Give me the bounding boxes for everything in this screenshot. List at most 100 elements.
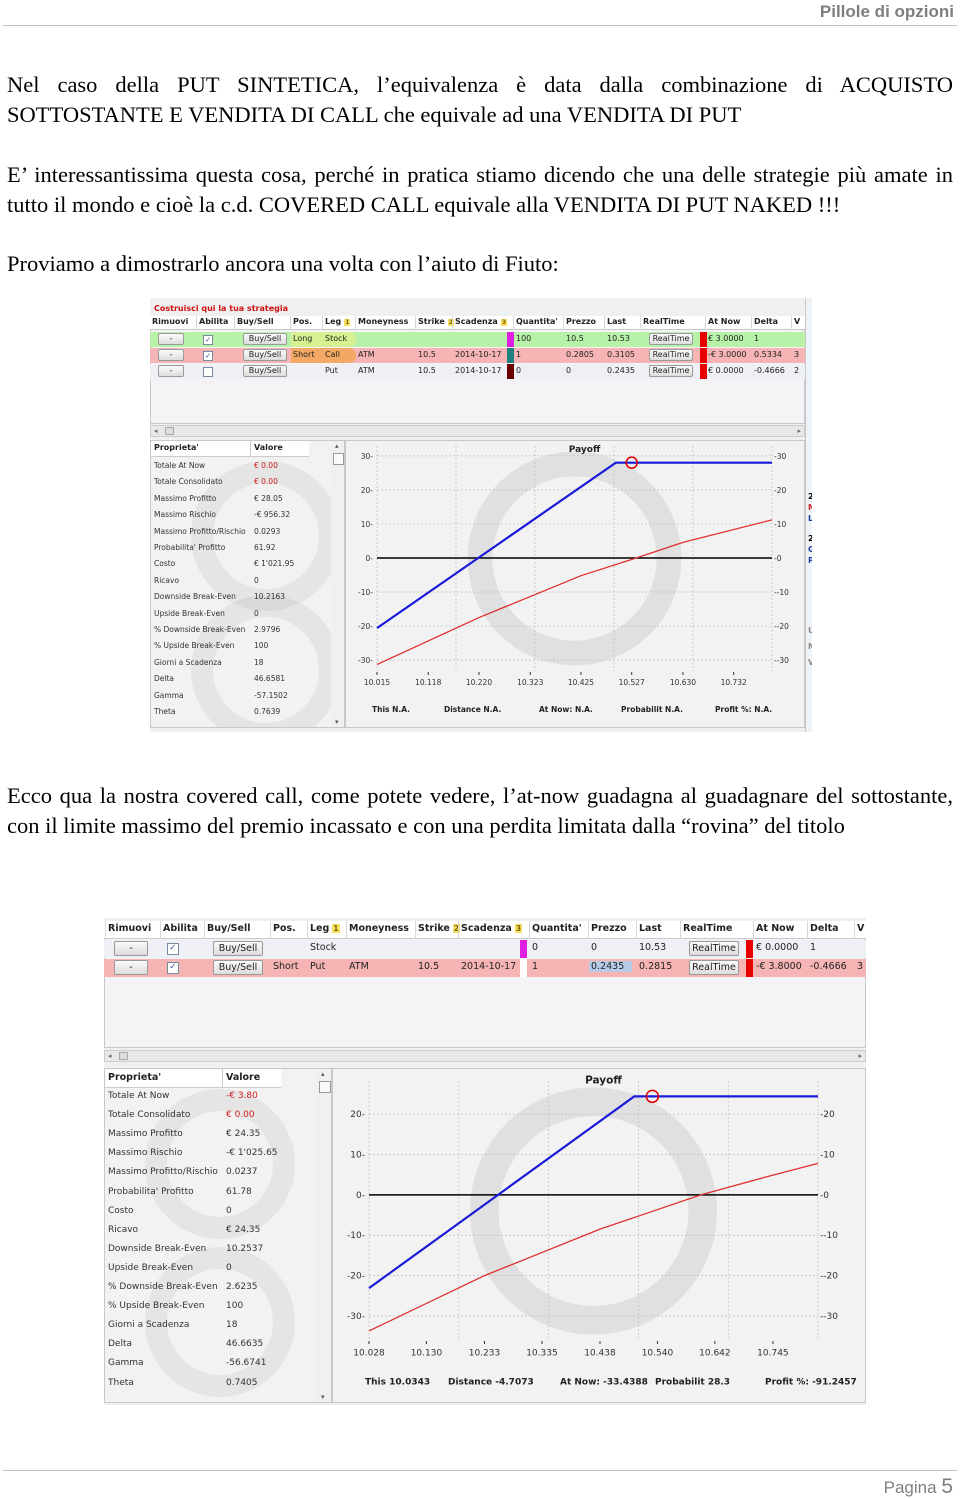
column-header-atnow[interactable]: At Now [756, 923, 794, 934]
column-header-abilita[interactable]: Abilita [199, 317, 228, 326]
leg-quantity[interactable]: 1 [516, 350, 521, 359]
column-header-atnow[interactable]: At Now [708, 317, 740, 326]
remove-leg-button[interactable]: - [114, 960, 148, 975]
grid-horizontal-scrollbar[interactable]: ◂ ▸ [104, 1050, 866, 1062]
scroll-right-icon[interactable]: ▸ [858, 1052, 862, 1060]
scroll-left-icon[interactable]: ◂ [154, 427, 158, 435]
remove-leg-button[interactable]: - [158, 365, 184, 377]
column-header-leg[interactable]: Leg 1 [310, 923, 340, 934]
column-header-strike[interactable]: Strike 2 [418, 923, 461, 934]
column-header-buysell[interactable]: Buy/Sell [207, 923, 250, 934]
remove-leg-button[interactable]: - [114, 941, 148, 956]
column-header-property[interactable]: Proprieta' [154, 443, 199, 452]
scrollbar-thumb[interactable] [119, 1052, 128, 1060]
scroll-up-icon[interactable]: ▴ [335, 442, 339, 450]
leg-price[interactable]: 0 [591, 942, 597, 953]
column-header-value[interactable]: Valore [254, 443, 283, 452]
column-header-quantita[interactable]: Quantita' [516, 317, 558, 326]
buy-sell-button[interactable]: Buy/Sell [243, 365, 287, 377]
column-header-value[interactable]: Valore [226, 1072, 260, 1083]
leg-quantity[interactable]: 0 [516, 366, 521, 375]
column-header-rimuovi[interactable]: Rimuovi [108, 923, 151, 934]
leg-color-swatch [520, 959, 527, 977]
scroll-right-icon[interactable]: ▸ [797, 427, 801, 435]
column-divider [604, 316, 605, 330]
realtime-button[interactable]: RealTime [649, 349, 693, 361]
property-value: 0.7405 [226, 1377, 258, 1388]
property-name: Massimo Profitto/Rischio [108, 1167, 218, 1178]
property-row: Massimo Rischio -€ 1'025.65 [105, 1148, 317, 1162]
properties-panel: Proprieta' Valore Totale At Now -€ 3.80 Tota… [104, 1068, 332, 1403]
column-header-quantita[interactable]: Quantita' [532, 923, 582, 934]
column-header-buysell[interactable]: Buy/Sell [237, 317, 274, 326]
column-header-abilita[interactable]: Abilita [163, 923, 198, 934]
column-header-delta[interactable]: Delta [754, 317, 778, 326]
enable-leg-checkbox[interactable] [203, 366, 213, 377]
realtime-button[interactable]: RealTime [689, 941, 739, 956]
enable-leg-checkbox[interactable]: ✓ [203, 334, 213, 345]
realtime-button[interactable]: RealTime [689, 960, 739, 975]
buy-sell-button[interactable]: Buy/Sell [213, 960, 263, 975]
column-header-v[interactable]: V [857, 923, 864, 934]
column-header-prezzo[interactable]: Prezzo [566, 317, 596, 326]
y-tick-label-right: -0 [820, 1191, 829, 1201]
leg-price[interactable]: 10.5 [566, 334, 584, 343]
enable-leg-checkbox[interactable]: ✓ [167, 943, 179, 955]
scroll-left-icon[interactable]: ◂ [108, 1052, 112, 1060]
column-header-delta[interactable]: Delta [810, 923, 839, 934]
property-row: Probabilita' Profitto 61.78 [105, 1187, 317, 1201]
column-divider [563, 316, 564, 330]
sort-order-badge: 3 [500, 319, 507, 326]
scroll-up-icon[interactable]: ▴ [321, 1070, 325, 1078]
column-divider [346, 921, 347, 939]
column-header-realtime[interactable]: RealTime [683, 923, 733, 934]
column-header-pos[interactable]: Pos. [293, 317, 312, 326]
column-header-moneyness[interactable]: Moneyness [349, 923, 409, 934]
strategy-leg-row: - ✓ Buy/Sell Short Call ATM 10.5 2014-10-17 1 0.2… [150, 348, 805, 363]
buy-sell-button[interactable]: Buy/Sell [243, 333, 287, 345]
column-header-last[interactable]: Last [607, 317, 626, 326]
leg-color-swatch [507, 364, 514, 379]
property-row: Costo € 1'021.95 [151, 559, 331, 571]
scrollbar-thumb[interactable] [333, 453, 344, 465]
leg-quantity[interactable]: 1 [532, 961, 538, 972]
enable-leg-checkbox[interactable]: ✓ [203, 350, 213, 361]
column-header-prezzo[interactable]: Prezzo [591, 923, 627, 934]
y-tick-label-left: -30- [358, 656, 373, 665]
column-header-rimuovi[interactable]: Rimuovi [152, 317, 188, 326]
leg-price[interactable]: 0.2805 [566, 350, 594, 359]
column-header-moneyness[interactable]: Moneyness [358, 317, 408, 326]
leg-quantity[interactable]: 0 [532, 942, 538, 953]
leg-delta: 1 [754, 333, 760, 343]
leg-quantity[interactable]: 100 [516, 334, 531, 343]
property-name: Massimo Profitto [108, 1129, 183, 1140]
column-header-scadenza[interactable]: Scadenza 3 [455, 317, 507, 326]
column-header-strike[interactable]: Strike 2 [418, 317, 454, 326]
column-header-pos[interactable]: Pos. [273, 923, 296, 934]
buy-sell-button[interactable]: Buy/Sell [243, 349, 287, 361]
leg-instrument: Put [325, 365, 338, 375]
properties-vertical-scrollbar[interactable]: ▴ ▾ [317, 1069, 331, 1402]
scroll-down-icon[interactable]: ▾ [321, 1393, 325, 1401]
leg-price[interactable]: 0 [566, 366, 571, 375]
grid-horizontal-scrollbar[interactable]: ◂ ▸ [150, 425, 805, 437]
scrollbar-thumb[interactable] [319, 1081, 331, 1093]
realtime-button[interactable]: RealTime [649, 365, 693, 377]
property-name: Totale Consolidato [154, 477, 223, 487]
column-header-leg[interactable]: Leg 1 [325, 317, 351, 326]
realtime-button[interactable]: RealTime [649, 333, 693, 345]
properties-vertical-scrollbar[interactable]: ▴ ▾ [331, 441, 344, 727]
remove-leg-button[interactable]: - [158, 333, 184, 345]
column-header-v[interactable]: V [794, 317, 800, 326]
buy-sell-button[interactable]: Buy/Sell [213, 941, 263, 956]
leg-price[interactable]: 0.2435 [589, 961, 633, 973]
column-header-realtime[interactable]: RealTime [643, 317, 685, 326]
scrollbar-thumb[interactable] [165, 427, 174, 435]
enable-leg-checkbox[interactable]: ✓ [167, 962, 179, 974]
remove-leg-button[interactable]: - [158, 349, 184, 361]
column-header-scadenza[interactable]: Scadenza 3 [461, 923, 523, 934]
scroll-down-icon[interactable]: ▾ [335, 718, 339, 726]
column-header-property[interactable]: Proprieta' [108, 1072, 161, 1083]
column-header-last[interactable]: Last [639, 923, 662, 934]
payoff-chart-svg: Payoff -30- --30 -20- --20 -10- --10 0- -0 10- -10… [347, 1075, 857, 1388]
